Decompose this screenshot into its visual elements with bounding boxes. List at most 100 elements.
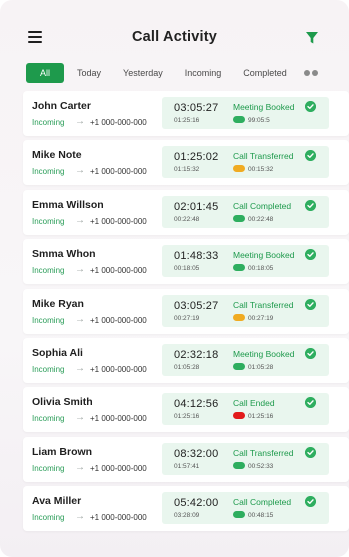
- call-row[interactable]: John Carter Incoming → +1 000-000-000 03…: [23, 91, 349, 136]
- call-details-panel: 02:32:18 01:05:28 Meeting Booked 01:05:2…: [162, 343, 329, 376]
- filter-tabs: All Today Yesterday Incoming Completed: [26, 63, 349, 83]
- arrow-right-icon: →: [75, 313, 85, 325]
- check-circle-icon: [305, 496, 316, 508]
- call-duration: 01:25:02: [174, 151, 219, 164]
- call-duration: 08:32:00: [174, 447, 219, 460]
- call-subtime: 03:28:09: [174, 512, 200, 520]
- arrow-right-icon: →: [75, 116, 85, 127]
- status-pill-time: 00:22:48: [248, 215, 274, 223]
- phone-number: +1 000-000-000: [90, 364, 147, 374]
- status-pill: [233, 116, 245, 123]
- call-direction: Incoming: [32, 118, 65, 127]
- phone-number: +1 000-000-000: [90, 216, 147, 226]
- call-row[interactable]: Mike Ryan Incoming → +1 000-000-000 03:0…: [23, 288, 349, 334]
- call-status: Call Completed: [233, 200, 292, 211]
- call-row[interactable]: Mike Note Incoming → +1 000-000-000 01:2…: [23, 140, 349, 186]
- tab-yesterday[interactable]: Yesterday: [112, 63, 174, 83]
- call-duration: 01:48:33: [174, 250, 219, 263]
- status-pill-time: 00:48:15: [248, 512, 274, 520]
- call-duration: 04:12:56: [174, 398, 219, 411]
- caller-name: John Carter: [32, 100, 91, 112]
- tab-incoming[interactable]: Incoming: [174, 63, 233, 83]
- call-details-panel: 08:32:00 01:57:41 Call Transferred 00:52…: [162, 442, 329, 475]
- caller-name: Sophia Ali: [32, 346, 83, 359]
- status-pill: [233, 362, 245, 370]
- phone-number: +1 000-000-000: [90, 315, 147, 325]
- arrow-right-icon: →: [75, 264, 85, 276]
- check-circle-icon: [305, 446, 316, 458]
- call-direction: Incoming: [32, 513, 65, 523]
- call-duration: 03:05:27: [174, 102, 219, 114]
- call-row[interactable]: Olivia Smith Incoming → +1 000-000-000 0…: [23, 387, 349, 433]
- status-pill-time: 00:18:05: [248, 265, 274, 273]
- arrow-right-icon: →: [75, 461, 85, 473]
- caller-name: Smma Whon: [32, 248, 96, 261]
- caller-name: Mike Ryan: [32, 297, 84, 310]
- caller-name: Ava Miller: [32, 495, 82, 508]
- call-status: Call Transferred: [233, 299, 294, 310]
- arrow-right-icon: →: [75, 511, 85, 523]
- call-details-panel: 03:05:27 00:27:19 Call Transferred 00:27…: [162, 294, 329, 327]
- call-list: John Carter Incoming → +1 000-000-000 03…: [23, 91, 349, 536]
- call-duration: 03:05:27: [174, 299, 219, 312]
- phone-number: +1 000-000-000: [90, 513, 147, 523]
- call-row[interactable]: Emma Willson Incoming → +1 000-000-000 0…: [23, 189, 349, 235]
- check-circle-icon: [305, 249, 316, 261]
- call-details-panel: 03:05:27 01:25:16 Meeting Booked 99:05:5: [162, 97, 329, 129]
- call-subtime: 01:25:16: [174, 413, 200, 421]
- call-direction: Incoming: [32, 216, 65, 226]
- phone-number: +1 000-000-000: [90, 463, 147, 473]
- caller-name: Liam Brown: [32, 445, 93, 458]
- status-pill: [233, 264, 245, 272]
- call-subtime: 00:22:48: [174, 215, 200, 223]
- call-row[interactable]: Smma Whon Incoming → +1 000-000-000 01:4…: [23, 239, 349, 285]
- funnel-filter-icon[interactable]: [305, 31, 319, 45]
- call-status: Call Transferred: [233, 151, 294, 162]
- call-subtime: 00:18:05: [174, 265, 200, 273]
- call-row[interactable]: Ava Miller Incoming → +1 000-000-000 05:…: [23, 486, 349, 532]
- call-direction: Incoming: [32, 266, 65, 276]
- status-pill-time: 00:27:19: [248, 314, 274, 322]
- check-circle-icon: [305, 397, 316, 409]
- call-duration: 02:32:18: [174, 348, 219, 361]
- caller-name: Olivia Smith: [32, 396, 93, 409]
- caller-name: Emma Willson: [32, 198, 104, 211]
- call-details-panel: 04:12:56 01:25:16 Call Ended 01:25:16: [162, 393, 329, 426]
- more-tabs-icon[interactable]: [303, 70, 318, 76]
- call-direction: Incoming: [32, 167, 65, 177]
- call-subtime: 01:15:32: [174, 166, 200, 174]
- call-status: Call Transferred: [233, 447, 294, 458]
- status-pill: [233, 412, 245, 420]
- phone-number: +1 000-000-000: [90, 167, 147, 177]
- status-pill: [233, 511, 245, 519]
- page-title: Call Activity: [131, 29, 218, 45]
- arrow-right-icon: →: [75, 165, 85, 177]
- check-circle-icon: [305, 347, 316, 359]
- phone-number: +1 000-000-000: [90, 118, 147, 127]
- phone-number: +1 000-000-000: [90, 414, 147, 424]
- call-subtime: 01:57:41: [174, 462, 200, 470]
- call-status: Meeting Booked: [233, 102, 295, 112]
- app-screen: Call Activity All Today Yesterday Incomi…: [0, 0, 349, 557]
- call-row[interactable]: Liam Brown Incoming → +1 000-000-000 08:…: [23, 436, 349, 482]
- tab-completed[interactable]: Completed: [232, 63, 298, 83]
- call-details-panel: 02:01:45 00:22:48 Call Completed 00:22:4…: [162, 195, 329, 228]
- phone-number: +1 000-000-000: [90, 266, 147, 276]
- call-subtime: 00:27:19: [174, 314, 200, 322]
- status-pill-time: 00:52:33: [248, 462, 274, 470]
- status-pill: [233, 214, 245, 222]
- call-details-panel: 01:25:02 01:15:32 Call Transferred 00:15…: [162, 146, 329, 179]
- call-subtime: 01:05:28: [174, 363, 200, 371]
- status-pill: [233, 461, 245, 469]
- header-bar: Call Activity: [0, 22, 349, 54]
- arrow-right-icon: →: [75, 412, 85, 424]
- tab-today[interactable]: Today: [66, 63, 112, 83]
- check-circle-icon: [305, 101, 316, 112]
- caller-name: Mike Note: [32, 149, 82, 162]
- call-direction: Incoming: [32, 463, 65, 473]
- check-circle-icon: [305, 150, 316, 162]
- call-status: Meeting Booked: [233, 250, 295, 261]
- call-row[interactable]: Sophia Ali Incoming → +1 000-000-000 02:…: [23, 337, 349, 383]
- status-pill-time: 01:05:28: [248, 363, 274, 371]
- tab-all[interactable]: All: [26, 63, 65, 83]
